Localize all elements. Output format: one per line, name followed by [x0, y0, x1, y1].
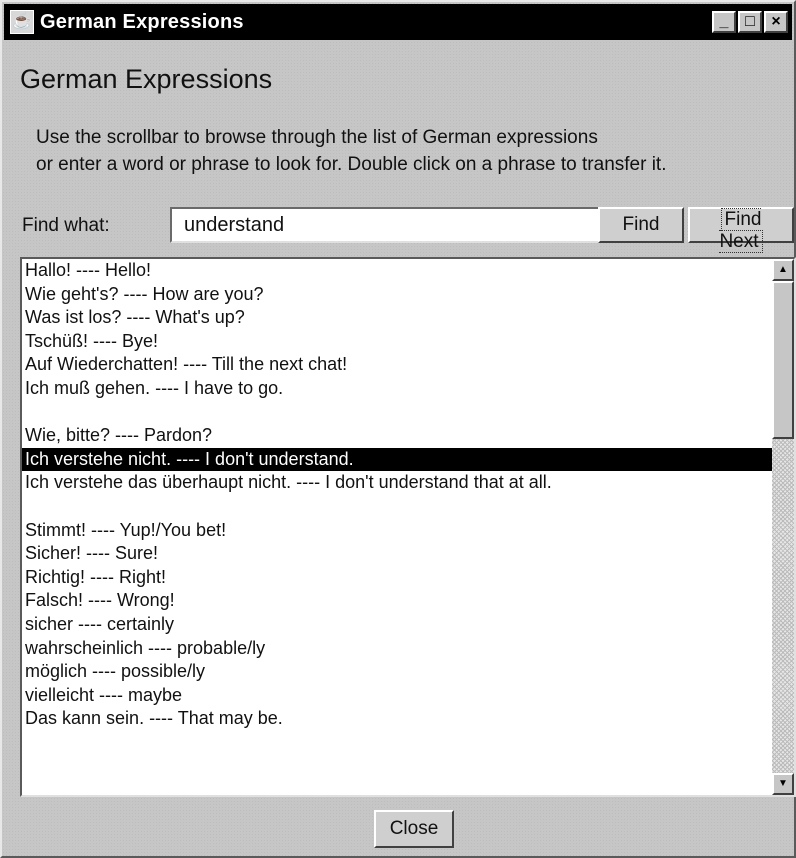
find-label: Find what: [22, 215, 110, 236]
instructions: Use the scrollbar to browse through the … [36, 124, 796, 178]
list-item[interactable]: Falsch! ---- Wrong! [22, 589, 772, 613]
list-item[interactable]: Hallo! ---- Hello! [22, 259, 772, 283]
maximize-button[interactable]: □ [738, 11, 762, 33]
list-item-selected[interactable]: Ich verstehe nicht. ---- I don't underst… [22, 447, 772, 472]
close-button[interactable]: Close [374, 810, 454, 848]
window-controls: _ □ × [712, 11, 788, 33]
window-title: German Expressions [40, 10, 244, 33]
title-bar[interactable]: ☕ German Expressions _ □ × [4, 4, 792, 40]
list-item[interactable]: vielleicht ---- maybe [22, 684, 772, 708]
instructions-line-2: or enter a word or phrase to look for. D… [36, 154, 667, 175]
list-item[interactable]: Das kann sein. ---- That may be. [22, 707, 772, 731]
scroll-down-arrow-icon[interactable]: ▼ [772, 773, 794, 795]
find-next-button[interactable]: Find Next [688, 207, 794, 253]
vertical-scrollbar[interactable]: ▲ ▼ [772, 259, 794, 795]
list-item[interactable]: Richtig! ---- Right! [22, 566, 772, 590]
list-item[interactable]: Was ist los? ---- What's up? [22, 306, 772, 330]
dialog-window: ☕ German Expressions _ □ × German Expres… [0, 0, 796, 858]
instructions-line-1: Use the scrollbar to browse through the … [36, 127, 598, 148]
list-item[interactable]: möglich ---- possible/ly [22, 660, 772, 684]
close-window-button[interactable]: × [764, 11, 788, 33]
page-title: German Expressions [20, 64, 273, 94]
scrollbar-thumb[interactable] [772, 281, 794, 439]
list-item[interactable]: Stimmt! ---- Yup!/You bet! [22, 519, 772, 543]
expressions-list-items: Hallo! ---- Hello! Wie geht's? ---- How a… [22, 259, 772, 795]
list-item[interactable]: Ich muß gehen. ---- I have to go. [22, 377, 772, 401]
app-icon: ☕ [10, 10, 34, 34]
list-item[interactable]: Auf Wiederchatten! ---- Till the next ch… [22, 353, 772, 377]
expressions-list[interactable]: Hallo! ---- Hello! Wie geht's? ---- How a… [20, 257, 796, 797]
list-item[interactable] [22, 495, 772, 519]
list-item[interactable]: Wie, bitte? ---- Pardon? [22, 424, 772, 448]
minimize-button[interactable]: _ [712, 11, 736, 33]
list-item[interactable]: Wie geht's? ---- How are you? [22, 283, 772, 307]
list-item[interactable]: Ich verstehe das überhaupt nicht. ---- I… [22, 471, 772, 495]
list-item[interactable]: wahrscheinlich ---- probable/ly [22, 637, 772, 661]
list-item[interactable]: Sicher! ---- Sure! [22, 542, 772, 566]
find-next-label: Find Next [719, 208, 763, 253]
list-item[interactable] [22, 401, 772, 425]
find-button[interactable]: Find [598, 207, 684, 243]
list-item[interactable]: sicher ---- certainly [22, 613, 772, 637]
find-input[interactable] [170, 207, 610, 243]
find-row: Find what: Find Find Next [22, 207, 794, 253]
list-item[interactable]: Tschüß! ---- Bye! [22, 330, 772, 354]
scroll-up-arrow-icon[interactable]: ▲ [772, 259, 794, 281]
